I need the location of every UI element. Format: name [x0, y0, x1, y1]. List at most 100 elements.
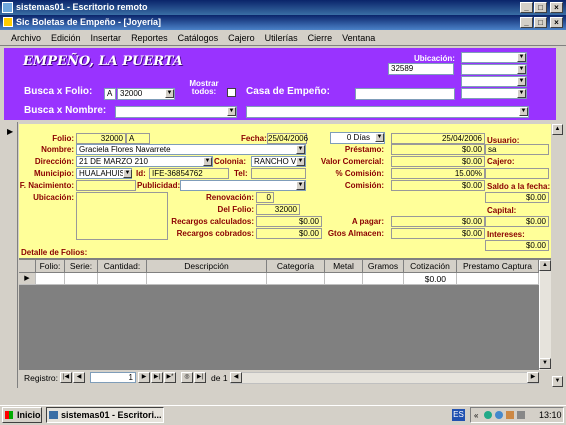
valor-comercial-label: Valor Comercial:: [320, 157, 384, 166]
chevron-down-icon[interactable]: ▼: [227, 107, 236, 116]
cell-gramos[interactable]: [363, 273, 404, 285]
maximize-icon[interactable]: □: [534, 2, 547, 13]
chevron-down-icon[interactable]: ▼: [517, 53, 526, 62]
nombre-search-combo[interactable]: [115, 106, 237, 118]
app-close-icon[interactable]: ×: [550, 17, 563, 28]
folio-prefix-input[interactable]: A: [104, 88, 116, 100]
close-icon[interactable]: ×: [550, 2, 563, 13]
record-count: de 1: [211, 373, 228, 383]
filter-icon[interactable]: ◎: [181, 372, 193, 383]
network-icon[interactable]: [484, 411, 492, 419]
record-number-input[interactable]: 1: [90, 372, 136, 383]
direccion-combo[interactable]: 21 DE MARZO 210: [76, 156, 213, 167]
apagar-value: $0.00: [391, 216, 485, 227]
menu-cierre[interactable]: Cierre: [303, 30, 338, 46]
id-field[interactable]: IFE-36854762: [149, 168, 229, 179]
next-record-icon[interactable]: ▶: [138, 372, 150, 383]
cell-folio[interactable]: [36, 273, 65, 285]
cell-metal[interactable]: [325, 273, 363, 285]
chevron-down-icon[interactable]: ▼: [165, 89, 174, 98]
app-maximize-icon[interactable]: □: [534, 17, 547, 28]
first-record-icon[interactable]: |◀: [60, 372, 72, 383]
prev-record-icon[interactable]: ◀: [73, 372, 85, 383]
window-title: sistemas01 - Escritorio remoto: [16, 2, 148, 12]
chevron-down-icon[interactable]: ▼: [203, 157, 212, 166]
chevron-down-icon[interactable]: ▼: [519, 107, 528, 116]
menu-catalogos[interactable]: Catálogos: [173, 30, 224, 46]
update-icon[interactable]: [495, 411, 503, 419]
cell-prestamo-captura[interactable]: [457, 273, 539, 285]
menu-cajero[interactable]: Cajero: [223, 30, 260, 46]
col-folio[interactable]: Folio:: [36, 260, 65, 273]
chevron-down-icon[interactable]: ▼: [375, 133, 384, 142]
menu-edicion[interactable]: Edición: [46, 30, 86, 46]
last-record-icon[interactable]: ▶|: [151, 372, 163, 383]
form-scrollbar[interactable]: [553, 122, 563, 388]
saldo-value: $0.00: [485, 192, 549, 203]
brand-logo: EMPEÑO, LA PUERTA: [23, 54, 183, 69]
col-descripcion[interactable]: Descripción: [147, 260, 267, 273]
col-gramos[interactable]: Gramos: [363, 260, 404, 273]
chevron-down-icon[interactable]: ▼: [517, 77, 526, 86]
scroll-down-icon[interactable]: ▼: [539, 358, 551, 369]
scroll-right-icon[interactable]: ▶: [527, 372, 539, 383]
taskbar-task-button[interactable]: sistemas01 - Escritori...: [46, 407, 164, 423]
volume-icon[interactable]: [506, 411, 514, 419]
recargos-cob-value: $0.00: [256, 228, 322, 239]
comision-label: Comisión:: [344, 181, 384, 190]
app-minimize-icon[interactable]: _: [520, 17, 533, 28]
menu-archivo[interactable]: Archivo: [6, 30, 46, 46]
menu-ventana[interactable]: Ventana: [337, 30, 380, 46]
chevron-down-icon[interactable]: ▼: [123, 169, 132, 178]
fecha-vencimiento: 25/04/2006: [391, 133, 485, 144]
language-indicator[interactable]: ES: [452, 409, 465, 421]
cell-cantidad[interactable]: [98, 273, 147, 285]
chevron-down-icon[interactable]: ▼: [517, 89, 526, 98]
tray-expand-icon[interactable]: «: [474, 411, 478, 420]
cell-cotizacion[interactable]: $0.00: [404, 273, 457, 285]
cell-serie[interactable]: [65, 273, 98, 285]
chevron-down-icon[interactable]: ▼: [296, 157, 305, 166]
horizontal-scrollbar[interactable]: [230, 372, 539, 384]
remote-app-icon: [2, 2, 13, 13]
col-categoria[interactable]: Categoría: [267, 260, 325, 273]
menu-insertar[interactable]: Insertar: [86, 30, 127, 46]
detalle-folios-label: Detalle de Folios:: [21, 248, 88, 257]
mostrar-todos-checkbox[interactable]: [227, 88, 236, 97]
minimize-icon[interactable]: _: [520, 2, 533, 13]
col-metal[interactable]: Metal: [325, 260, 363, 273]
cell-categoria[interactable]: [267, 273, 325, 285]
gtos-value: $0.00: [391, 228, 485, 239]
row-pointer-icon[interactable]: ▶: [19, 273, 36, 285]
scroll-up-icon[interactable]: ▲: [539, 260, 551, 271]
col-prestamo-captura[interactable]: Prestamo Captura: [457, 260, 539, 273]
col-serie[interactable]: Serie:: [65, 260, 98, 273]
chevron-down-icon[interactable]: ▼: [517, 65, 526, 74]
security-icon[interactable]: [517, 411, 525, 419]
busca-folio-label: Busca x Folio:: [24, 86, 93, 97]
menu-utilerias[interactable]: Utilerías: [260, 30, 303, 46]
casa-empeno-input[interactable]: [355, 88, 455, 100]
col-cantidad[interactable]: Cantidad:: [98, 260, 147, 273]
casa-empeno-combo[interactable]: [246, 106, 529, 118]
ubicacion-textarea[interactable]: [76, 192, 168, 240]
tel-field[interactable]: [251, 168, 306, 179]
form-scroll-up-icon[interactable]: ▲: [552, 124, 563, 135]
form-scroll-down-icon[interactable]: ▼: [552, 376, 563, 387]
chevron-down-icon[interactable]: ▼: [296, 145, 305, 154]
new-record-icon[interactable]: ▶*: [164, 372, 176, 383]
col-cotizacion[interactable]: Cotización: [404, 260, 457, 273]
ubicacion-input[interactable]: 32589: [388, 63, 454, 75]
start-label: Inicio: [17, 410, 41, 420]
chevron-down-icon[interactable]: ▼: [296, 181, 305, 190]
cell-descripcion[interactable]: [147, 273, 267, 285]
nombre-combo[interactable]: Graciela Flores Navarrete: [76, 144, 306, 155]
menu-reportes[interactable]: Reportes: [126, 30, 173, 46]
scroll-left-icon[interactable]: ◀: [230, 372, 242, 383]
remote-desktop-icon: [49, 411, 58, 419]
filter-by-form-icon[interactable]: ▶|: [194, 372, 206, 383]
grid-scrollbar[interactable]: [539, 260, 551, 370]
publicidad-combo[interactable]: [180, 180, 306, 191]
prestamo-label: Préstamo:: [344, 145, 384, 154]
fnac-field[interactable]: [76, 180, 136, 191]
